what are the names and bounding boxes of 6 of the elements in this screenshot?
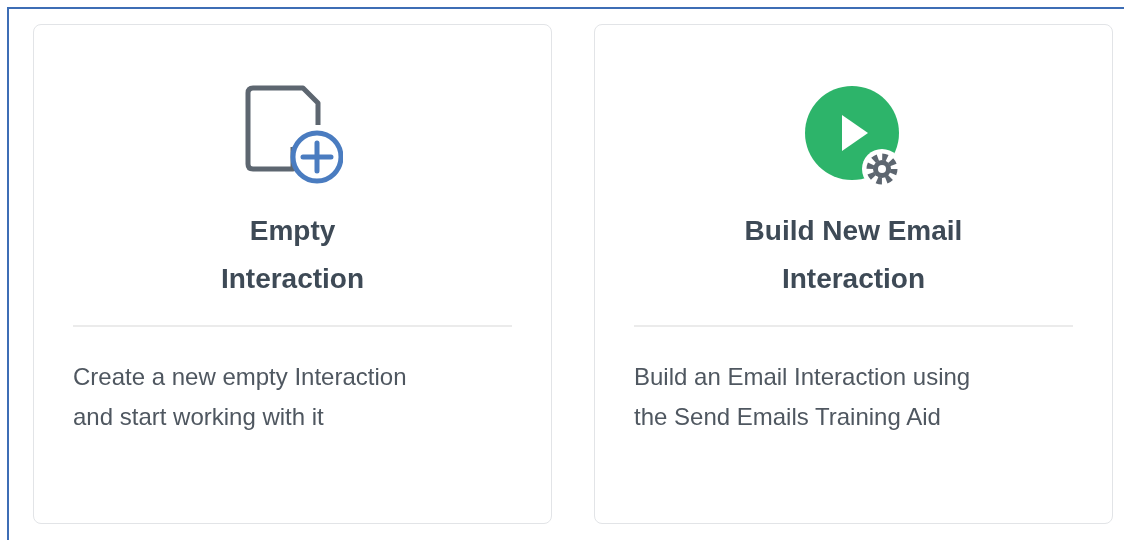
option-card[interactable]: Empty Interaction Create a new empty Interaction and start working with it bbox=[33, 24, 552, 524]
card-title: Build New Email Interaction bbox=[744, 214, 963, 296]
card-description: Create a new empty Interaction and start working with it bbox=[73, 362, 408, 432]
card-title: Empty Interaction bbox=[220, 214, 365, 296]
option-card[interactable]: Build New Email Interaction Build an Email Interaction using the Send Emails Training Aid bbox=[594, 24, 1113, 524]
card-description: Build an Email Interaction using the Send Emails Training Aid bbox=[634, 362, 972, 432]
